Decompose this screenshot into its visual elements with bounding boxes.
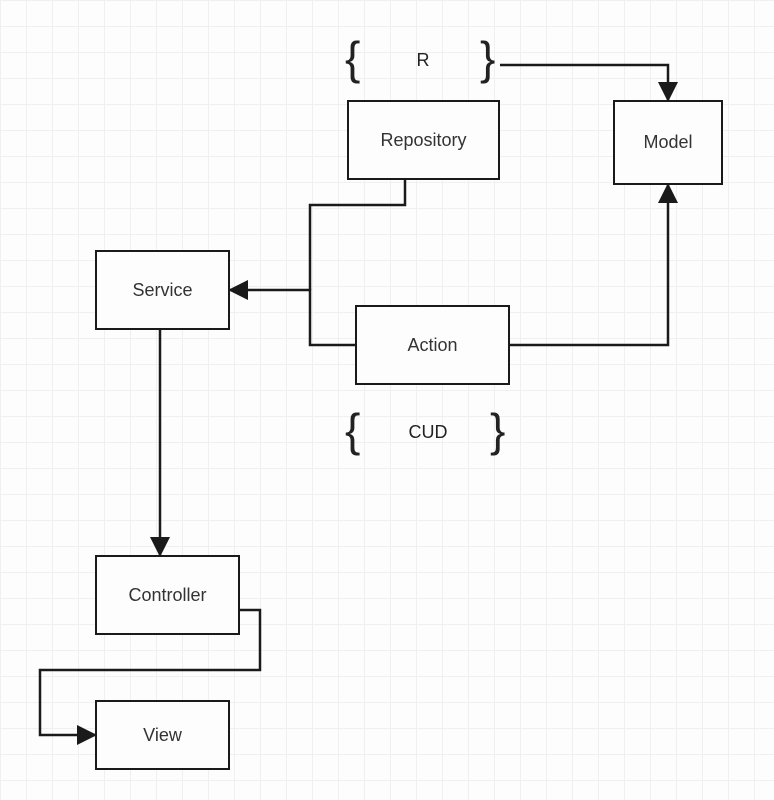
annotation-cud: CUD: [398, 422, 458, 443]
edge-action-service: [230, 290, 355, 345]
node-service: Service: [95, 250, 230, 330]
node-label: Model: [643, 132, 692, 153]
brace-open-r: {: [345, 35, 360, 81]
node-controller: Controller: [95, 555, 240, 635]
node-repository: Repository: [347, 100, 500, 180]
edge-repository-down: [310, 180, 405, 290]
node-label: Repository: [380, 130, 466, 151]
diagram-canvas: { R } { CUD } Repository Model Service A…: [0, 0, 774, 800]
node-model: Model: [613, 100, 723, 185]
node-action: Action: [355, 305, 510, 385]
edge-action-model: [510, 185, 668, 345]
brace-close-r: }: [480, 35, 495, 81]
annotation-r: R: [408, 50, 438, 71]
node-view: View: [95, 700, 230, 770]
node-label: Service: [132, 280, 192, 301]
node-label: Controller: [128, 585, 206, 606]
node-label: Action: [407, 335, 457, 356]
brace-close-cud: }: [490, 407, 505, 453]
brace-open-cud: {: [345, 407, 360, 453]
node-label: View: [143, 725, 182, 746]
edge-repository-model: [500, 65, 668, 100]
